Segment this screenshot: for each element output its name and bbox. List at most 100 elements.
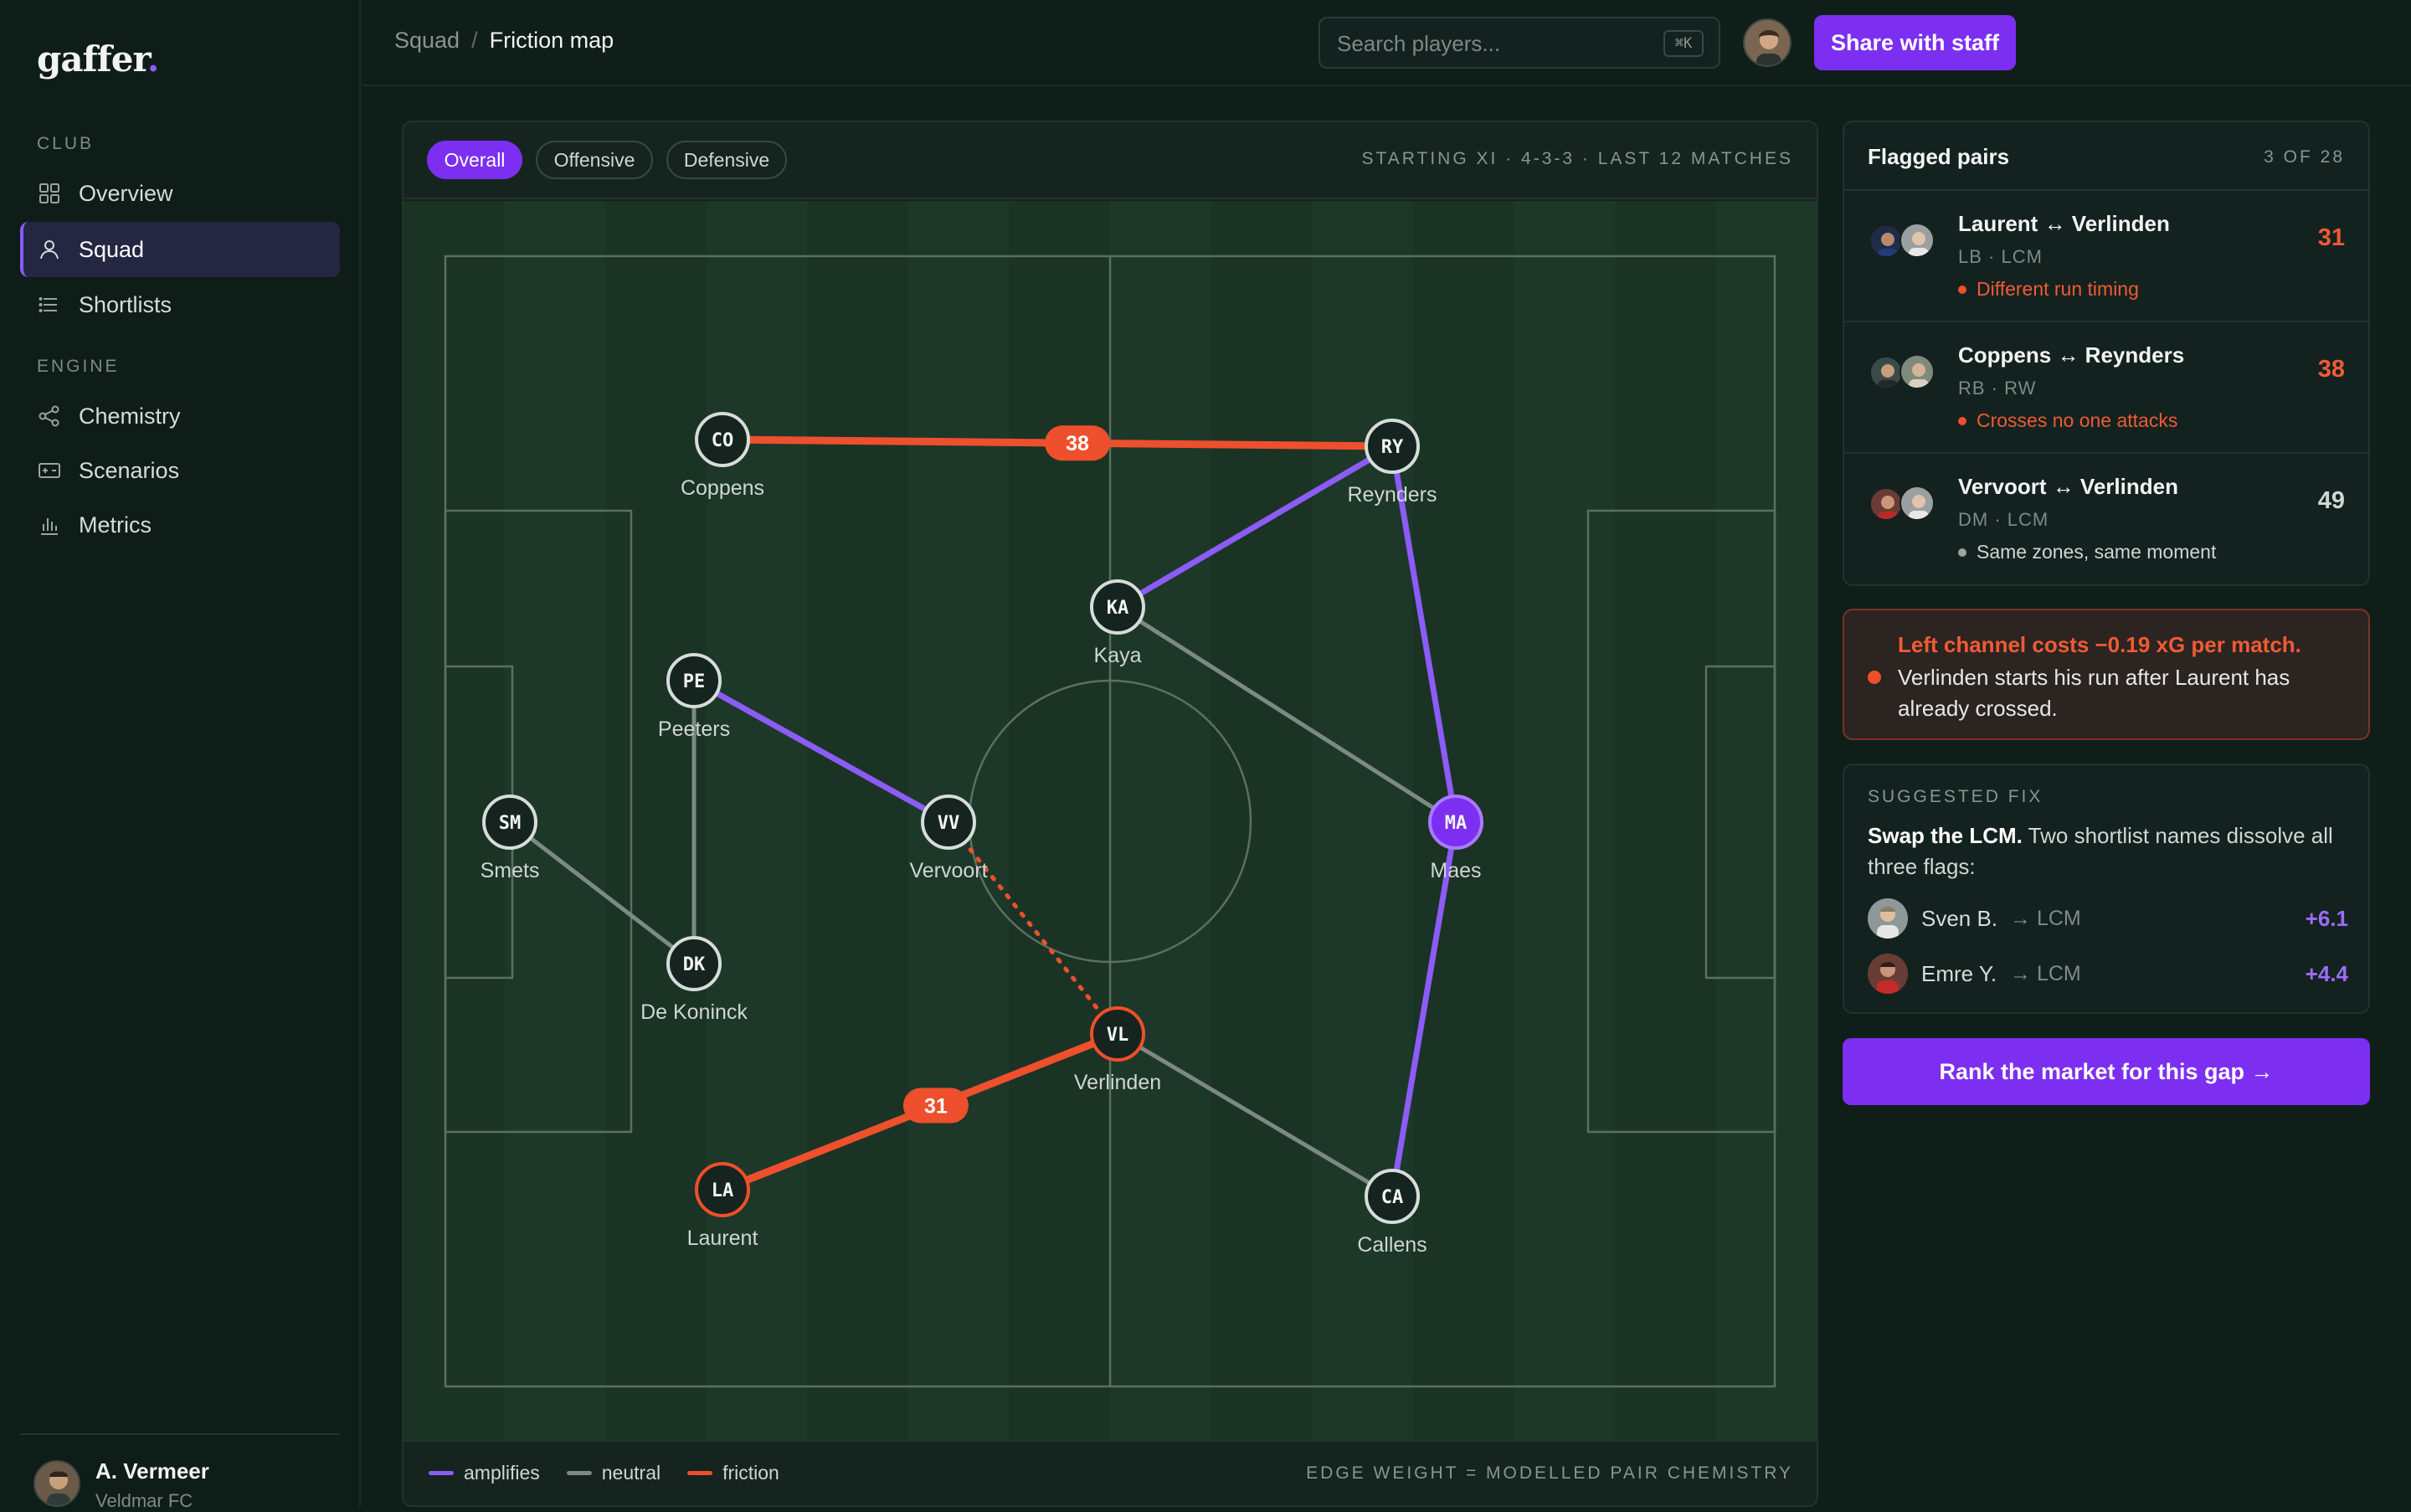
tab-overall[interactable]: Overall [427, 141, 522, 179]
pitch-svg: 38 31 CO Coppens RY Reynders KA Kaya PE Peeters S… [404, 201, 1817, 1440]
app-logo[interactable]: gaffer. [37, 39, 159, 80]
player-initials: CA [1381, 1187, 1404, 1208]
breadcrumb-squad[interactable]: Squad [394, 28, 460, 53]
search-box[interactable]: ⌘K [1319, 17, 1720, 69]
link-score-badge[interactable]: 38 [1045, 425, 1110, 461]
player-initials: LA [712, 1180, 734, 1201]
legend-swatch [566, 1471, 592, 1475]
bar-chart-icon [37, 512, 62, 537]
avatar [1868, 898, 1908, 939]
player-name: Peeters [658, 717, 730, 741]
friction-map-card: Overall Offensive Defensive STARTING XI … [402, 121, 1818, 1507]
sidebar-item-overview[interactable]: Overview [20, 166, 340, 221]
link-score-badge[interactable]: 31 [902, 1088, 969, 1124]
candidate-name: Sven B. [1921, 905, 1998, 931]
user-name: A. Vermeer [95, 1458, 209, 1484]
pitch-area: 38 31 CO Coppens RY Reynders KA Kaya PE Peeters S… [404, 201, 1817, 1440]
pair-score: 38 [2317, 356, 2345, 383]
suggested-fix-panel: SUGGESTED FIX Swap the LCM. Two shortlis… [1843, 764, 2370, 1014]
player-initials: VV [938, 813, 960, 834]
search-input[interactable] [1337, 28, 1655, 59]
player-initials: PE [683, 671, 706, 692]
candidate-name: Emre Y. [1921, 960, 1997, 986]
sidebar-item-label: Scenarios [79, 457, 180, 483]
avatar [1869, 356, 1903, 389]
search-shortcut-badge: ⌘K [1663, 30, 1704, 57]
avatar [1899, 486, 1935, 521]
suggested-fix-title: Swap the LCM. [1868, 823, 2023, 848]
sidebar: gaffer. CLUB Overview Squad Shortlists E… [0, 0, 361, 1511]
legend-label: friction [722, 1462, 779, 1484]
flagged-pairs-panel: Flagged pairs 3 OF 28 Laurent ↔ Verlinde… [1843, 121, 2370, 586]
candidate-delta: +4.4 [2305, 960, 2348, 986]
card-footer: amplifies neutral friction EDGE WEIGHT =… [404, 1440, 1817, 1505]
player-node-ma[interactable]: MA Maes [1428, 795, 1483, 882]
section-label-engine: ENGINE [37, 357, 120, 376]
player-initials: DK [683, 954, 706, 975]
badge-score: 38 [1066, 432, 1089, 455]
sidebar-item-label: Squad [79, 236, 145, 262]
player-initials: SM [499, 813, 522, 834]
player-initials: KA [1107, 598, 1129, 619]
alert-title: Left channel costs −0.19 xG per match. [1898, 632, 2301, 657]
sidebar-item-scenarios[interactable]: Scenarios [20, 443, 340, 498]
pair-positions: LB · LCM [1958, 246, 2043, 267]
breadcrumb: Squad / Friction map [394, 28, 614, 54]
fix-candidate[interactable]: Emre Y. → LCM +4.4 [1868, 953, 2348, 995]
pair-score: 31 [2317, 224, 2345, 251]
flagged-pair[interactable]: Coppens ↔ Reynders RB · RW Crosses no on… [1844, 322, 2368, 454]
pair-names: Coppens ↔ Reynders [1958, 342, 2185, 368]
pitch-stripe [1514, 201, 1615, 1440]
avatar [1868, 954, 1908, 994]
pitch-stripe [706, 201, 808, 1440]
tab-defensive[interactable]: Defensive [666, 141, 787, 179]
avatar [33, 1460, 80, 1507]
flagged-pair[interactable]: Vervoort ↔ Verlinden DM · LCM Same zones… [1844, 454, 2368, 585]
player-name: Maes [1430, 859, 1481, 882]
pitch-stripe [1715, 201, 1817, 1440]
alert-body: Verlinden starts his run after Laurent h… [1898, 665, 2290, 721]
sidebar-item-label: Chemistry [79, 403, 181, 429]
flagged-pair[interactable]: Laurent ↔ Verlinden LB · LCM Different r… [1844, 191, 2368, 322]
sidebar-item-metrics[interactable]: Metrics [20, 497, 340, 553]
player-name: Laurent [687, 1227, 758, 1250]
legend-label: amplifies [464, 1462, 540, 1484]
sidebar-item-label: Shortlists [79, 291, 172, 317]
share-with-staff-button[interactable]: Share with staff [1814, 15, 2016, 70]
sidebar-item-chemistry[interactable]: Chemistry [20, 388, 340, 444]
pair-score: 49 [2317, 487, 2345, 514]
fix-candidate[interactable]: Sven B. → LCM +6.1 [1868, 897, 2348, 939]
player-node-ka[interactable]: KA Kaya [1090, 579, 1145, 667]
legend-swatch [687, 1471, 713, 1475]
top-avatar[interactable] [1743, 18, 1792, 67]
tab-offensive[interactable]: Offensive [536, 141, 653, 179]
legend-label: neutral [601, 1462, 661, 1484]
pair-positions: DM · LCM [1958, 509, 2049, 530]
pair-reason-text: Different run timing [1977, 278, 2139, 300]
player-name: Callens [1357, 1233, 1427, 1257]
player-name: Vervoort [909, 859, 987, 882]
player-name: De Koninck [640, 1000, 748, 1024]
pair-names: Laurent ↔ Verlinden [1958, 211, 2170, 236]
player-name: Coppens [681, 476, 764, 500]
legend-neutral: neutral [566, 1462, 661, 1484]
legend-swatch [429, 1471, 454, 1475]
grid-icon [37, 181, 62, 206]
sidebar-item-squad[interactable]: Squad [20, 222, 340, 277]
pair-reason: Same zones, same moment [1958, 541, 2216, 563]
player-node-sm[interactable]: SM Smets [481, 795, 540, 882]
sidebar-item-shortlists[interactable]: Shortlists [20, 277, 340, 332]
user-club: Veldmar FC [95, 1490, 193, 1511]
player-name: Verlinden [1074, 1071, 1161, 1094]
person-icon [37, 237, 62, 262]
breadcrumb-separator: / [471, 28, 478, 53]
avatar [1899, 354, 1935, 389]
rank-market-button[interactable]: Rank the market for this gap → [1843, 1038, 2370, 1105]
legend-friction: friction [687, 1462, 779, 1484]
flagged-pairs-title: Flagged pairs [1868, 144, 2010, 169]
insight-alert: Left channel costs −0.19 xG per match. V… [1843, 609, 2370, 740]
severity-dot [1958, 548, 1966, 557]
user-profile[interactable]: A. Vermeer Veldmar FC [20, 1433, 339, 1511]
breadcrumb-current: Friction map [489, 28, 614, 53]
suggested-fix-text: Swap the LCM. Two shortlist names dissol… [1868, 820, 2353, 882]
